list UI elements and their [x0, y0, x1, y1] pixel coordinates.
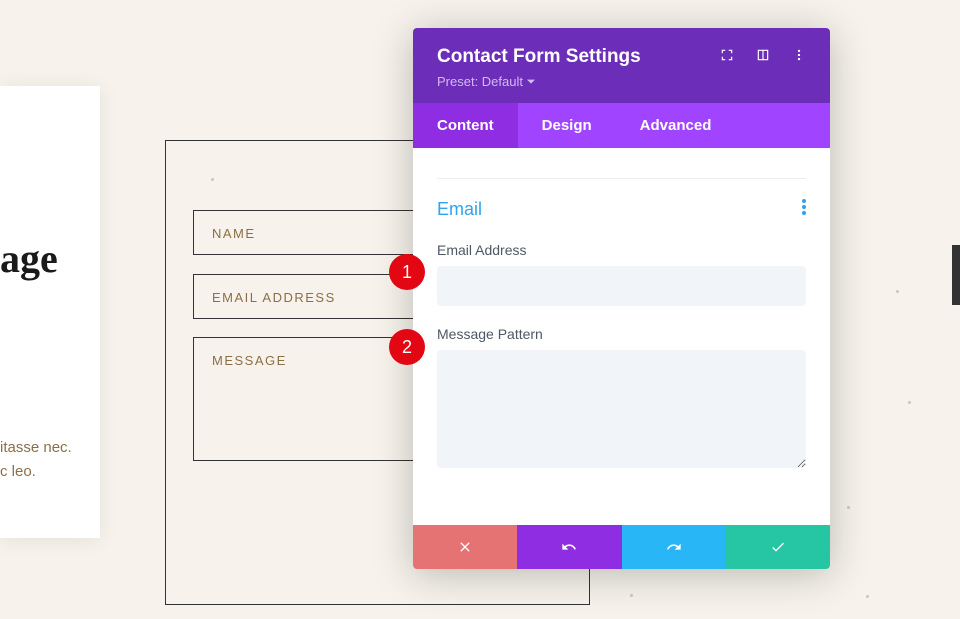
message-pattern-group: Message Pattern — [437, 326, 806, 473]
field-label: NAME — [212, 226, 256, 241]
preset-selector[interactable]: Preset: Default — [437, 74, 806, 89]
save-button[interactable] — [726, 525, 830, 569]
redo-icon — [666, 539, 682, 555]
close-icon — [457, 539, 473, 555]
panel-header-icons — [720, 48, 806, 67]
undo-icon — [561, 539, 577, 555]
page-title-fragment: age — [0, 235, 58, 282]
page-text-fragment: itasse nec. c leo. — [0, 436, 72, 484]
field-label: MESSAGE — [212, 353, 287, 368]
bg-speck — [847, 506, 850, 509]
panel-title-row: Contact Form Settings — [437, 46, 806, 68]
caret-down-icon — [527, 78, 535, 86]
layout-icon[interactable] — [756, 48, 770, 67]
bg-speck — [630, 594, 633, 597]
side-sliver — [952, 245, 960, 305]
text-line: c leo. — [0, 460, 72, 484]
undo-button[interactable] — [517, 525, 621, 569]
redo-button[interactable] — [622, 525, 726, 569]
expand-icon[interactable] — [720, 48, 734, 67]
bg-speck — [896, 290, 899, 293]
section-menu-icon[interactable] — [802, 199, 806, 220]
bg-speck — [866, 595, 869, 598]
section-title: Email — [437, 199, 482, 220]
tabs-bar: Content Design Advanced — [413, 103, 830, 148]
tab-design[interactable]: Design — [518, 103, 616, 148]
settings-panel: Contact Form Settings Preset: Default Co… — [413, 28, 830, 569]
cancel-button[interactable] — [413, 525, 517, 569]
check-icon — [770, 539, 786, 555]
email-address-label: Email Address — [437, 242, 806, 258]
panel-title: Contact Form Settings — [437, 46, 641, 68]
section-header: Email — [437, 178, 806, 220]
email-address-group: Email Address — [437, 242, 806, 306]
preset-label: Preset: Default — [437, 74, 523, 89]
annotation-badge-1: 1 — [389, 254, 425, 290]
tab-advanced[interactable]: Advanced — [616, 103, 736, 148]
more-icon[interactable] — [792, 48, 806, 67]
email-address-input[interactable] — [437, 266, 806, 306]
panel-header: Contact Form Settings Preset: Default — [413, 28, 830, 103]
bg-speck — [908, 401, 911, 404]
field-label: EMAIL ADDRESS — [212, 290, 336, 305]
panel-body: Email Email Address Message Pattern — [413, 148, 830, 500]
tab-content[interactable]: Content — [413, 103, 518, 148]
message-pattern-label: Message Pattern — [437, 326, 806, 342]
text-line: itasse nec. — [0, 436, 72, 460]
message-pattern-textarea[interactable] — [437, 350, 806, 468]
annotation-badge-2: 2 — [389, 329, 425, 365]
panel-footer — [413, 525, 830, 569]
